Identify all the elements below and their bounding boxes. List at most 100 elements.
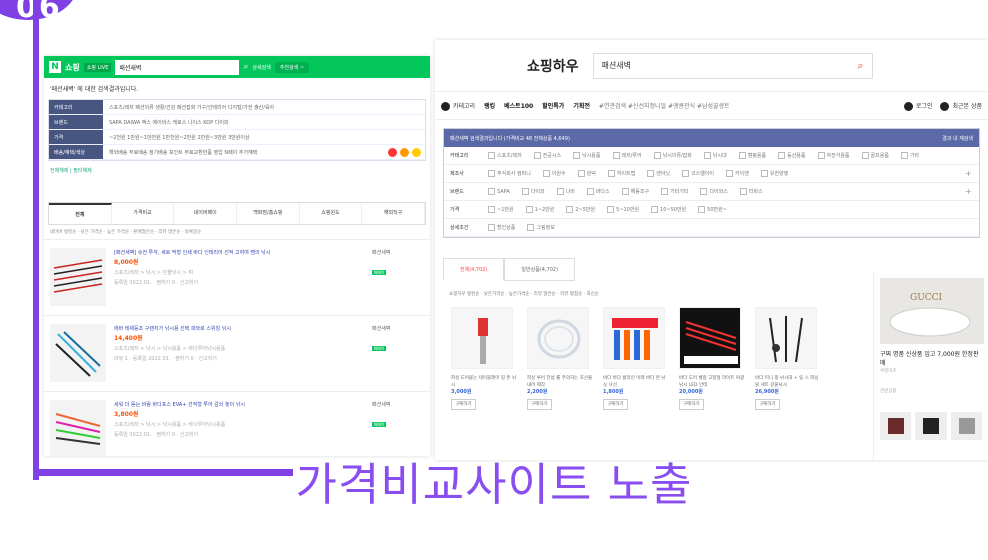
filter-option[interactable]: 레저/루어 xyxy=(613,152,642,159)
filter-option[interactable]: 해동조구 xyxy=(622,188,649,195)
tab-npay[interactable]: 네이버페이 xyxy=(174,203,238,224)
product-card[interactable]: 바다 도어 셀럼 고정형 라이트 야광 낚시 LED 안테 20,000원 구매… xyxy=(679,307,745,410)
filter-reset-link[interactable]: 필터해제 xyxy=(73,168,91,174)
recent-link[interactable]: 최근본 상품 xyxy=(940,101,982,111)
naver-live-badge[interactable]: 쇼핑 LIVE xyxy=(83,62,112,72)
product-image[interactable] xyxy=(755,307,817,369)
filter-option[interactable]: ~1만원 xyxy=(488,206,514,213)
product-image[interactable] xyxy=(679,307,741,369)
filter-option[interactable]: 바다스 xyxy=(587,188,610,195)
related-thumb[interactable] xyxy=(915,412,947,440)
filter-option[interactable]: 낚시대 xyxy=(704,152,727,159)
filter-option[interactable]: 기타기타 xyxy=(661,188,688,195)
filter-values[interactable]: 할인상품 그림정보 xyxy=(488,224,979,231)
naver-filter-options[interactable]: 전체해제 | 필터해제 xyxy=(44,165,430,176)
nav-tags[interactable]: #연관검색 #신선지정니얼 #앵콩관식 #남성골생트 xyxy=(599,101,730,110)
product-name[interactable]: 바다 미니 핑 낚시대 + 릴 스 피닝릴 세트 갈붙낚시 xyxy=(755,375,821,389)
naver-detail-search[interactable]: 상세검색 xyxy=(252,64,270,71)
filter-option[interactable]: 원덕 xyxy=(578,170,596,177)
expand-icon[interactable]: + xyxy=(965,187,979,196)
filter-option[interactable]: 등산용품 xyxy=(778,152,805,159)
filter-option[interactable]: 나비 xyxy=(557,188,575,195)
filter-option[interactable]: 5~10만원 xyxy=(607,206,639,213)
reset-link[interactable]: 전체해제 xyxy=(50,168,68,174)
filter-option[interactable]: 유한양행 xyxy=(761,170,788,177)
login-link[interactable]: 로그인 xyxy=(903,101,932,111)
seller-name[interactable]: 패션새벽 xyxy=(372,248,424,258)
filter-values[interactable]: SAPA 다이와 나비 바다스 해동조구 기타기타 다이와스 티바스 xyxy=(488,188,965,195)
list-item[interactable]: 세워 더 뜯는 바람 바다포스 EVA+ 선적형 투어 갈쇠 놓이 낚시 3,8… xyxy=(44,392,430,456)
naver-brand[interactable]: 쇼핑 xyxy=(65,62,80,73)
naver-search-input[interactable]: 패션새벽 xyxy=(115,59,240,75)
filter-option[interactable]: 코스엘아이 xyxy=(682,170,714,177)
product-title[interactable]: [패션새벽] 슈전 투각, 세로 딱형 인쇄 바다 인테리어 선적 고하여 뱀의… xyxy=(114,248,372,258)
product-card[interactable]: 피싱 루어 전섬 롤 주의하는 조선줄 내려 제작 2,200원 구매하기 xyxy=(527,307,593,410)
filter-option[interactable]: 10~50만원 xyxy=(651,206,686,213)
filter-option[interactable]: 그림정보 xyxy=(527,224,554,231)
nav-best[interactable]: 베스트100 xyxy=(504,101,533,110)
product-name[interactable]: 피싱 루어 전섬 롤 주의하는 조선줄 내려 제작 xyxy=(527,375,593,389)
product-image[interactable] xyxy=(527,307,589,369)
filter-option[interactable]: 하이트랩 xyxy=(608,170,635,177)
filter-option[interactable]: 1~2만원 xyxy=(526,206,555,213)
filter-values[interactable]: 해외배송 무료배송 정기배송 포인트 무료교환반품 영업 N페이 추가혜택 xyxy=(103,149,257,156)
filter-values[interactable]: 주식회사 컴퍼니 이원수 원덕 하이트랩 엔아닛 코스엘아이 카이엔 유한양행 xyxy=(488,170,965,177)
filter-option[interactable]: 전공시스 xyxy=(534,152,561,159)
filter-option[interactable]: 낚시용품 xyxy=(573,152,600,159)
product-card[interactable]: 바다 바다 롱라인 이레 바다 뜬 낚싯 나선 1,800원 구매하기 xyxy=(603,307,669,410)
product-image[interactable] xyxy=(451,307,513,369)
filter-option[interactable]: 캠핑용품 xyxy=(739,152,766,159)
buy-button[interactable]: 구매하기 xyxy=(603,399,628,410)
buy-button[interactable]: 구매하기 xyxy=(451,399,476,410)
related-thumb[interactable] xyxy=(950,412,982,440)
product-name[interactable]: 바다 도어 셀럼 고정형 라이트 야광 낚시 LED 안테 xyxy=(679,375,745,389)
filter-option[interactable]: 이원수 xyxy=(543,170,566,177)
naver-recommend-chip[interactable]: 추천검색 ~ xyxy=(274,61,310,73)
filter-option[interactable]: 다이와 xyxy=(522,188,545,195)
category-menu[interactable]: 카테고리 xyxy=(441,101,475,111)
product-card[interactable]: 바다 미니 핑 낚시대 + 릴 스 피닝릴 세트 갈붙낚시 26,900원 구매… xyxy=(755,307,821,410)
filter-option[interactable]: 50만원~ xyxy=(698,206,727,213)
filter-option[interactable]: 엔아닛 xyxy=(647,170,670,177)
filter-option[interactable]: 골프용품 xyxy=(862,152,889,159)
filter-values[interactable]: ~2천원 1만원~1만천원 1만천원~2만원 2만원~3만원 3만원이상 xyxy=(103,134,250,141)
ad-image[interactable]: GUCCI xyxy=(880,278,984,344)
filter-option[interactable]: 티바스 xyxy=(740,188,763,195)
list-item[interactable]: [패션새벽] 슈전 투각, 세로 딱형 인쇄 바다 인테리어 선적 고하여 뱀의… xyxy=(44,240,430,316)
buy-button[interactable]: 구매하기 xyxy=(679,399,704,410)
filter-values[interactable]: SAPA DAIWA 엑스 에이비스 캐로스 나이스 KOP 다이와 xyxy=(103,119,229,126)
filter-option[interactable]: 할인상품 xyxy=(488,224,515,231)
naver-sort-bar[interactable]: 네이버 랭킹순 · 낮은 가격순 · 높은 가격순 · 판매많은순 · 리뷰 많… xyxy=(44,225,430,240)
filter-values[interactable]: 스포츠/레저 전공시스 낚시용품 레저/루어 낚시의류/잡화 낚시대 캠핑용품 등산용품 자전거… xyxy=(488,152,979,159)
tab-window[interactable]: 쇼핑윈도 xyxy=(300,203,363,224)
nav-special[interactable]: 기획전 xyxy=(573,101,590,110)
tab-all[interactable]: 전체 xyxy=(49,203,112,224)
tab-general-products[interactable]: 일반상품(4,702) xyxy=(504,258,576,281)
seller-name[interactable]: 패션새벽 xyxy=(372,324,424,334)
tab-overseas[interactable]: 해외직구 xyxy=(362,203,426,224)
ad-title[interactable]: 구찌 명품 신상품 입고 7,000원 한정판매 xyxy=(880,350,982,368)
shoppinghow-search-input[interactable]: 패션새벽 ⌕ xyxy=(592,52,873,79)
filter-option[interactable]: 자전거용품 xyxy=(818,152,850,159)
product-name[interactable]: 바다 바다 롱라인 이레 바다 뜬 낚싯 나선 xyxy=(603,375,669,389)
filter-option[interactable]: 스포츠/레저 xyxy=(488,152,522,159)
search-icon[interactable]: ⌕ xyxy=(243,62,248,72)
related-thumb[interactable] xyxy=(880,412,912,440)
product-title[interactable]: 에바 테제등조 구랜저가 낚시용 선택 파와로 스위칭 낚시 xyxy=(114,324,372,334)
tab-compare[interactable]: 가격비교 xyxy=(112,203,175,224)
buy-button[interactable]: 구매하기 xyxy=(527,399,552,410)
product-card[interactable]: 피싱 도어붙는 테이블레이 핑 뜬 낚시 3,000원 구매하기 xyxy=(451,307,517,410)
product-thumbnail[interactable] xyxy=(50,324,106,382)
product-image[interactable] xyxy=(603,307,665,369)
filter-values[interactable]: 스포츠/레저 패션의류 생활/건강 패션잡화 가구/인테리어 디지털/가전 출산… xyxy=(103,104,274,111)
expand-icon[interactable]: + xyxy=(965,169,979,178)
search-icon[interactable]: ⌕ xyxy=(857,59,863,73)
color-swatches[interactable] xyxy=(388,147,421,157)
filter-option[interactable]: 카이엔 xyxy=(726,170,749,177)
filter-option[interactable]: 낚시의류/잡화 xyxy=(654,152,692,159)
list-item[interactable]: 에바 테제등조 구랜저가 낚시용 선택 파와로 스위칭 낚시 14,400원 스… xyxy=(44,316,430,392)
naver-logo-icon[interactable]: N xyxy=(49,61,61,73)
filter-option[interactable]: 기타 xyxy=(901,152,919,159)
tab-all-products[interactable]: 전체(4,702) xyxy=(443,258,505,281)
seller-name[interactable]: 패션새벽 xyxy=(372,400,424,410)
